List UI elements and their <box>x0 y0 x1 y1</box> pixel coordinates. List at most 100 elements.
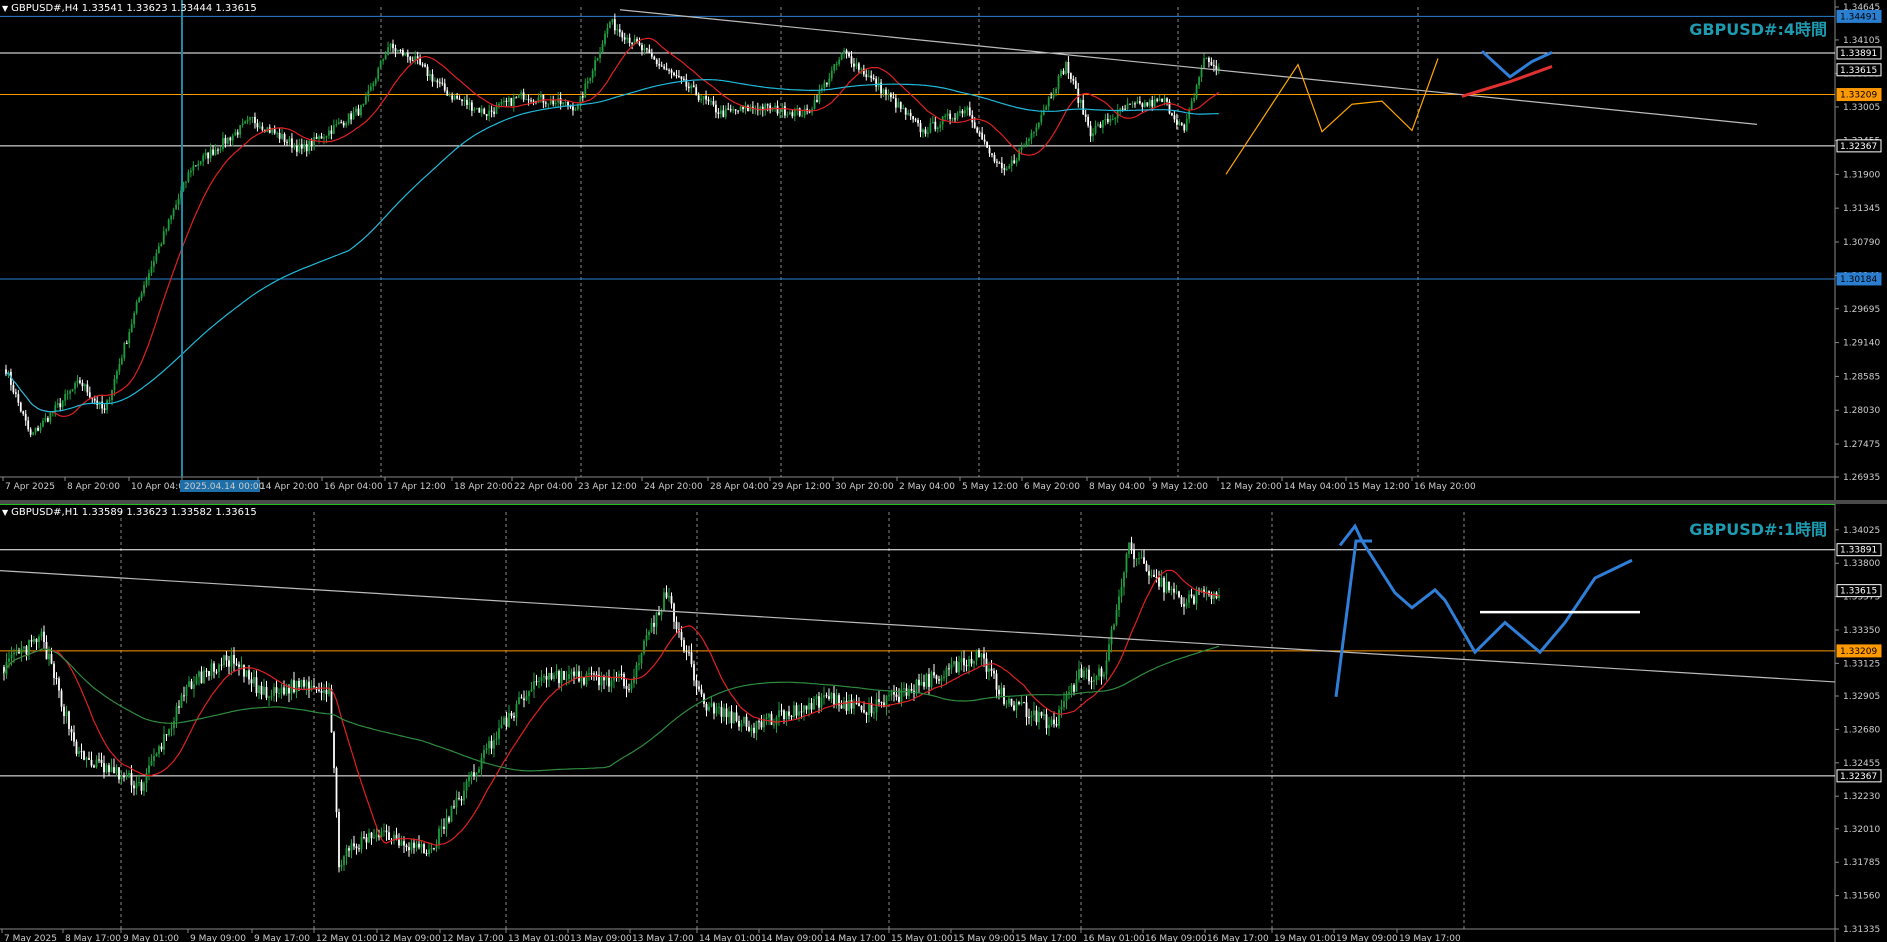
bull-candle-body <box>298 144 301 152</box>
bear-candle-body <box>705 95 707 100</box>
trend-line <box>0 570 1836 683</box>
bear-candle-body <box>1121 108 1124 110</box>
bull-candle-body <box>668 596 670 598</box>
bull-candle-body <box>384 55 387 60</box>
bear-candle-body <box>938 679 940 681</box>
bear-candle-body <box>1183 604 1185 607</box>
price-tick-label: 1.29140 <box>1843 339 1880 349</box>
bull-candle-body <box>643 48 646 51</box>
bull-candle-body <box>700 99 703 101</box>
h4-chart-canvas[interactable]: 1.346451.341051.335551.330051.324551.319… <box>0 0 1887 500</box>
bear-candle-body <box>1028 717 1030 719</box>
collapse-triangle-icon[interactable]: ▼ <box>2 508 8 517</box>
bull-candle-body <box>1120 586 1123 597</box>
bull-candle-body <box>268 696 270 698</box>
bull-candle-body <box>618 673 620 678</box>
bear-candle-body <box>392 43 394 49</box>
bear-candle-body <box>100 759 103 764</box>
bull-candle-body <box>778 710 780 718</box>
bull-candle-body <box>383 830 385 832</box>
bear-candle-body <box>961 110 964 114</box>
bear-candle-body <box>1129 103 1131 105</box>
forecast-ma-path <box>1461 65 1553 98</box>
bull-candle-body <box>10 654 13 659</box>
bull-candle-body <box>823 82 826 89</box>
bull-candle-body <box>325 135 328 138</box>
bull-candle-body <box>1198 77 1200 86</box>
bull-candle-body <box>185 686 188 696</box>
bull-candle-body <box>332 125 335 134</box>
bull-candle-body <box>1111 118 1114 120</box>
bull-candle-body <box>148 273 150 281</box>
bull-candle-body <box>495 105 498 114</box>
bear-candle-body <box>103 763 105 773</box>
bull-candle-body <box>253 677 255 684</box>
bull-candle-body <box>565 678 568 680</box>
h4-chart-pane[interactable]: 1.346451.341051.335551.330051.324551.319… <box>0 0 1887 500</box>
h1-chart-canvas[interactable]: 1.340251.338001.335751.333501.331251.329… <box>0 504 1887 942</box>
bull-candle-body <box>313 136 316 147</box>
bull-candle-body <box>1136 101 1139 104</box>
bull-candle-body <box>648 631 650 636</box>
bear-candle-body <box>1133 549 1135 559</box>
bull-candle-body <box>533 681 535 690</box>
bull-candle-body <box>350 843 353 851</box>
bull-candle-body <box>604 33 606 44</box>
bear-candle-body <box>510 97 513 106</box>
bull-candle-body <box>925 674 928 687</box>
bull-candle-body <box>49 412 52 422</box>
bull-candle-body <box>640 653 643 664</box>
bull-candle-body <box>143 783 145 791</box>
collapse-triangle-icon[interactable]: ▼ <box>2 4 8 13</box>
bull-candle-body <box>270 695 273 697</box>
bull-candle-body <box>1030 132 1033 139</box>
bull-candle-body <box>1125 553 1128 573</box>
bear-candle-body <box>933 672 935 676</box>
bear-candle-body <box>370 832 373 839</box>
bear-candle-body <box>818 696 820 708</box>
bear-candle-body <box>840 705 843 709</box>
bull-candle-body <box>372 83 375 87</box>
bull-candle-body <box>239 125 242 135</box>
bull-candle-body <box>1055 88 1057 94</box>
bull-candle-body <box>1163 98 1166 102</box>
bull-candle-body <box>300 680 303 687</box>
bear-candle-body <box>603 676 605 681</box>
bull-candle-body <box>820 697 823 708</box>
bull-candle-body <box>1193 97 1196 102</box>
bull-candle-body <box>584 83 587 98</box>
time-tick-label: 13 May 01:00 <box>508 934 570 942</box>
bull-candle-body <box>840 53 843 60</box>
bull-candle-body <box>630 683 633 690</box>
bull-candle-body <box>263 686 265 695</box>
bull-candle-body <box>1015 702 1018 711</box>
bull-candle-body <box>560 671 563 684</box>
bull-candle-body <box>234 132 237 136</box>
bull-candle-body <box>38 636 40 643</box>
price-tick-label: 1.32905 <box>1843 692 1880 702</box>
bear-candle-body <box>725 708 728 718</box>
time-tick-label: 22 Apr 04:00 <box>514 482 573 492</box>
bull-candle-body <box>1104 118 1107 121</box>
bull-candle-body <box>1185 602 1188 607</box>
bear-candle-body <box>675 621 678 630</box>
bear-candle-body <box>527 99 530 101</box>
bull-candle-body <box>1008 166 1011 169</box>
bull-candle-body <box>290 680 293 694</box>
bear-candle-body <box>917 120 919 124</box>
price-tick-label: 1.28030 <box>1843 406 1880 416</box>
bull-candle-body <box>226 137 229 144</box>
bull-candle-body <box>1110 629 1113 645</box>
bull-candle-body <box>1126 103 1129 109</box>
bear-candle-body <box>695 87 698 96</box>
bear-candle-body <box>845 50 848 53</box>
bull-candle-body <box>175 204 177 210</box>
bear-candle-body <box>60 690 63 707</box>
bear-candle-body <box>646 48 648 50</box>
bull-candle-body <box>586 80 589 84</box>
bull-candle-body <box>1135 558 1138 560</box>
bull-candle-body <box>379 60 382 69</box>
bear-candle-body <box>485 114 488 116</box>
h1-chart-pane[interactable]: 1.34025 1.33800 1.33575 1.33350 1.33125 1.329… <box>0 504 1887 942</box>
bear-candle-body <box>436 80 439 83</box>
